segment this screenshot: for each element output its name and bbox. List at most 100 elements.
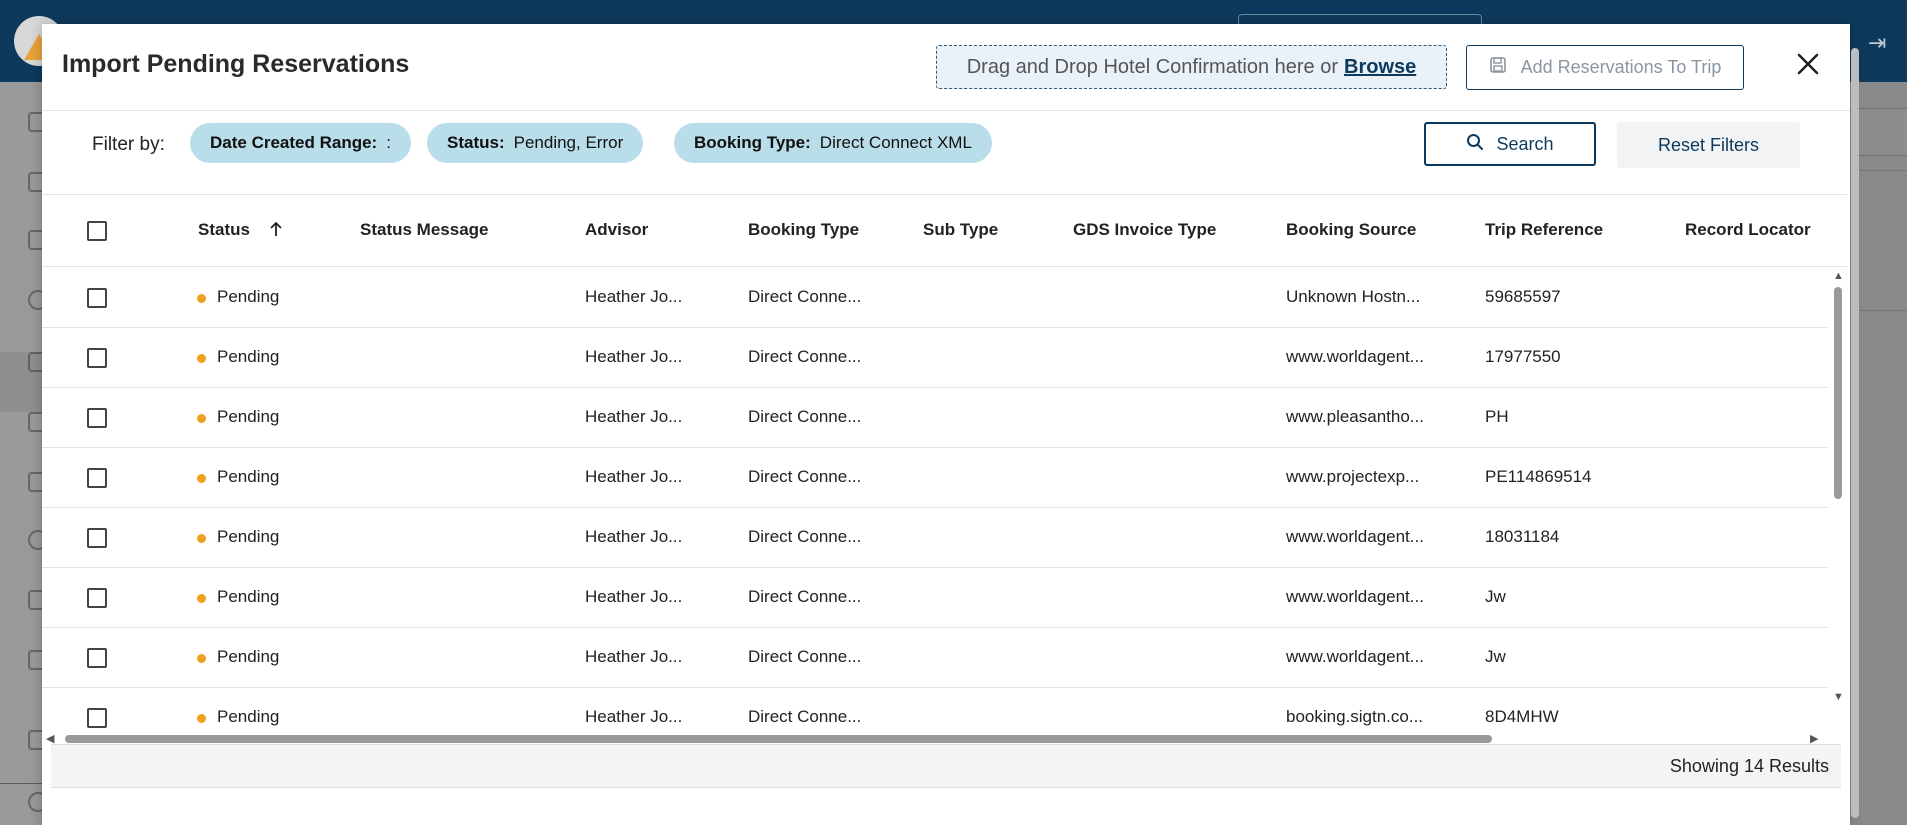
cell-booking-type: Direct Conne... [748, 527, 862, 546]
cell-advisor: Heather Jo... [585, 347, 683, 366]
scroll-left-arrow-icon[interactable]: ◀ [46, 732, 54, 744]
cell-trip-reference: Jw [1485, 587, 1506, 606]
status-dot-icon [197, 654, 206, 663]
table-row[interactable]: Pending Heather Jo... Direct Conne... www.w… [42, 628, 1828, 688]
reset-filters-button[interactable]: Reset Filters [1617, 122, 1800, 168]
search-label: Search [1496, 133, 1554, 154]
cell-booking-type: Direct Conne... [748, 587, 862, 606]
cell-booking-type: Direct Conne... [748, 287, 862, 306]
filter-by-label: Filter by: [92, 134, 165, 155]
table-row[interactable]: Pending Heather Jo... Direct Conne... www.w… [42, 328, 1828, 388]
filter-chip-date-created-range[interactable]: Date Created Range:: [190, 123, 411, 163]
row-checkbox[interactable] [87, 528, 107, 548]
chip-key: Booking Type: [694, 133, 811, 152]
row-checkbox[interactable] [87, 408, 107, 428]
scroll-up-arrow-icon[interactable]: ▲ [1833, 270, 1844, 282]
column-header-advisor[interactable]: Advisor [585, 220, 648, 240]
row-checkbox[interactable] [87, 588, 107, 608]
column-header-gds-invoice-type[interactable]: GDS Invoice Type [1073, 220, 1216, 240]
table-footer: Showing 14 Results [51, 744, 1841, 788]
chip-key: Date Created Range: [210, 133, 378, 152]
horizontal-scroll-thumb[interactable] [65, 735, 1492, 743]
table-vertical-scrollbar[interactable]: ▲ ▼ [1829, 267, 1847, 707]
table-horizontal-scrollbar[interactable]: ◀ ▶ [42, 731, 1829, 744]
table-row[interactable]: Pending Heather Jo... Direct Conne... Unkno… [42, 268, 1828, 328]
cell-status: Pending [217, 287, 280, 306]
row-checkbox[interactable] [87, 708, 107, 728]
cell-advisor: Heather Jo... [585, 407, 683, 426]
filter-chip-booking-type[interactable]: Booking Type: Direct Connect XML [674, 123, 992, 163]
sort-ascending-icon [269, 221, 283, 242]
logout-icon: ⇥ [1868, 30, 1887, 55]
column-header-booking-type[interactable]: Booking Type [748, 220, 859, 240]
cell-booking-source: www.worldagent... [1286, 347, 1424, 366]
cell-trip-reference: 18031184 [1485, 527, 1560, 546]
cell-booking-source: www.worldagent... [1286, 527, 1424, 546]
chip-value: Direct Connect XML [819, 133, 972, 152]
status-dot-icon [197, 354, 206, 363]
column-header-booking-source[interactable]: Booking Source [1286, 220, 1416, 240]
status-dot-icon [197, 294, 206, 303]
close-icon [1796, 52, 1820, 81]
cell-advisor: Heather Jo... [585, 287, 683, 306]
dropzone-text: Drag and Drop Hotel Confirmation here or [966, 55, 1339, 78]
cell-booking-source: www.pleasantho... [1286, 407, 1424, 426]
cell-trip-reference: 17977550 [1485, 347, 1561, 366]
background-panel-button [1852, 108, 1907, 156]
cell-booking-source: www.projectexp... [1286, 467, 1420, 486]
background-divider [1852, 170, 1907, 171]
filter-chip-status[interactable]: Status: Pending, Error [427, 123, 644, 163]
cell-advisor: Heather Jo... [585, 527, 683, 546]
cell-advisor: Heather Jo... [585, 647, 683, 666]
browse-link[interactable]: Browse [1344, 56, 1416, 79]
table-row[interactable]: Pending Heather Jo... Direct Conne... www.w… [42, 568, 1828, 628]
cell-booking-source: www.worldagent... [1286, 647, 1424, 666]
column-header-status-message[interactable]: Status Message [360, 220, 489, 240]
import-pending-reservations-modal: Import Pending Reservations Drag and Dro… [42, 24, 1859, 825]
scroll-right-arrow-icon[interactable]: ▶ [1810, 732, 1818, 744]
cell-status: Pending [217, 347, 280, 366]
chip-value: Pending, Error [513, 133, 624, 152]
scroll-down-arrow-icon[interactable]: ▼ [1833, 691, 1844, 703]
column-header-sub-type[interactable]: Sub Type [923, 220, 998, 240]
cell-status: Pending [217, 527, 280, 546]
column-header-trip-reference[interactable]: Trip Reference [1485, 220, 1603, 240]
row-checkbox[interactable] [87, 288, 107, 308]
results-count: Showing 14 Results [1669, 756, 1829, 776]
cell-status: Pending [217, 587, 280, 606]
table-row[interactable]: Pending Heather Jo... Direct Conne... www.p… [42, 448, 1828, 508]
modal-scrollbar[interactable] [1850, 34, 1860, 818]
background-divider [1852, 310, 1907, 311]
cell-booking-source: booking.sigtn.co... [1286, 707, 1424, 726]
status-dot-icon [197, 414, 206, 423]
cell-trip-reference: Jw [1485, 647, 1506, 666]
search-button[interactable]: Search [1424, 122, 1596, 166]
cell-trip-reference: PE114869514 [1485, 467, 1592, 486]
status-dot-icon [197, 534, 206, 543]
add-reservations-to-trip-button[interactable]: Add Reservations To Trip [1466, 45, 1744, 90]
column-header-status[interactable]: Status [198, 220, 283, 242]
cell-booking-type: Direct Conne... [748, 647, 862, 666]
row-checkbox[interactable] [87, 468, 107, 488]
save-icon [1489, 56, 1507, 79]
cell-trip-reference: PH [1485, 407, 1509, 426]
table-row[interactable]: Pending Heather Jo... Direct Conne... www.p… [42, 388, 1828, 448]
row-checkbox[interactable] [87, 348, 107, 368]
row-checkbox[interactable] [87, 648, 107, 668]
file-dropzone[interactable]: Drag and Drop Hotel Confirmation here or… [936, 45, 1447, 89]
select-all-checkbox[interactable] [87, 221, 107, 241]
cell-advisor: Heather Jo... [585, 587, 683, 606]
header-divider [42, 110, 1850, 111]
table-header: Status Status Message Advisor Booking Ty… [42, 194, 1847, 267]
cell-booking-type: Direct Conne... [748, 407, 862, 426]
modal-title: Import Pending Reservations [62, 50, 410, 78]
vertical-scroll-thumb[interactable] [1834, 287, 1842, 499]
close-modal-button[interactable] [1788, 46, 1828, 86]
modal-scrollbar-thumb[interactable] [1851, 48, 1859, 818]
table-row[interactable]: Pending Heather Jo... Direct Conne... www.w… [42, 508, 1828, 568]
cell-booking-type: Direct Conne... [748, 467, 862, 486]
cell-booking-source: Unknown Hostn... [1286, 287, 1421, 306]
cell-status: Pending [217, 647, 280, 666]
column-header-record-locator[interactable]: Record Locator [1685, 220, 1811, 240]
cell-trip-reference: 59685597 [1485, 287, 1561, 306]
